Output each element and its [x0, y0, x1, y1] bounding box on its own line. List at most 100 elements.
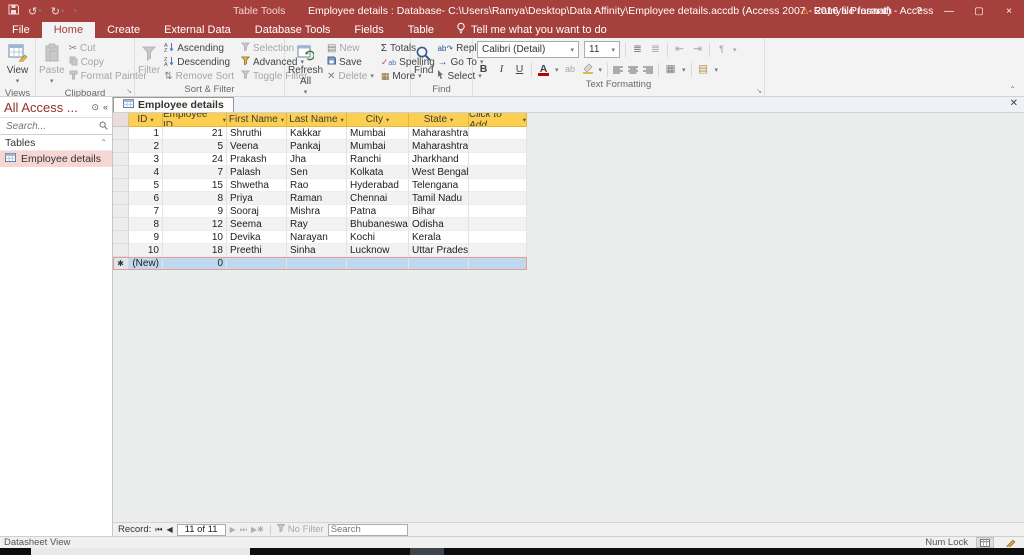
descending-button[interactable]: ZADescending — [161, 55, 237, 69]
cell[interactable]: Mumbai — [347, 140, 409, 153]
cell[interactable]: Hyderabad — [347, 179, 409, 192]
cell[interactable]: 10 — [129, 244, 163, 257]
cell[interactable] — [469, 244, 527, 257]
cell[interactable]: Seema — [227, 218, 287, 231]
row-selector[interactable] — [113, 127, 129, 140]
view-button[interactable]: View ▾ — [3, 41, 32, 87]
filter-indicator[interactable]: No Filter — [277, 524, 324, 535]
row-selector[interactable] — [113, 179, 129, 192]
column-header-id[interactable]: ID▾ — [129, 113, 163, 127]
cell[interactable]: 7 — [163, 166, 227, 179]
column-dropdown-icon[interactable]: ▾ — [150, 116, 153, 124]
cell[interactable]: 8 — [129, 218, 163, 231]
cell[interactable]: Patna — [347, 205, 409, 218]
cell[interactable]: 6 — [129, 192, 163, 205]
cell[interactable]: Kerala — [409, 231, 469, 244]
bullets-icon[interactable]: ≣ — [631, 42, 644, 57]
decrease-indent-icon[interactable]: ⇤ — [673, 42, 686, 57]
cell[interactable]: 4 — [129, 166, 163, 179]
customize-qat-icon[interactable]: ▾ — [73, 7, 77, 15]
cell[interactable]: Jha — [287, 153, 347, 166]
cell[interactable]: Sinha — [287, 244, 347, 257]
cell[interactable]: Narayan — [287, 231, 347, 244]
ascending-button[interactable]: AZAscending — [161, 41, 237, 55]
new-record-button[interactable]: ▤New — [324, 41, 377, 55]
cell[interactable]: West Bengal — [409, 166, 469, 179]
column-dropdown-icon[interactable]: ▾ — [223, 116, 226, 124]
cell[interactable]: Devika — [227, 231, 287, 244]
cell[interactable] — [409, 257, 469, 270]
cell[interactable]: 9 — [163, 205, 227, 218]
cell[interactable]: Bhubaneswar — [347, 218, 409, 231]
find-button[interactable]: Find — [414, 41, 433, 76]
cell[interactable] — [469, 205, 527, 218]
cell[interactable]: 5 — [163, 140, 227, 153]
remove-sort-button[interactable]: ⇅Remove Sort — [161, 69, 237, 83]
refresh-all-button[interactable]: Refresh All ▾ — [288, 41, 323, 98]
tab-home[interactable]: Home — [42, 22, 95, 38]
cell[interactable]: Sen — [287, 166, 347, 179]
delete-record-button[interactable]: ✕Delete▾ — [324, 69, 377, 83]
increase-indent-icon[interactable]: ⇥ — [691, 42, 704, 57]
font-color-caret[interactable]: ▾ — [555, 66, 559, 74]
cell[interactable]: Mishra — [287, 205, 347, 218]
tab-table[interactable]: Table — [396, 22, 446, 38]
cell[interactable]: 10 — [163, 231, 227, 244]
cell[interactable] — [469, 257, 527, 270]
last-record-button[interactable]: ⏭ — [240, 525, 247, 535]
minimize-button[interactable]: — — [934, 0, 964, 22]
align-right-icon[interactable] — [643, 61, 653, 79]
record-position[interactable]: 11 of 11 — [177, 524, 226, 536]
next-record-button[interactable]: ▶ — [230, 525, 236, 534]
document-tab-employee-details[interactable]: Employee details — [113, 97, 234, 112]
cell[interactable]: Priya — [227, 192, 287, 205]
column-dropdown-icon[interactable]: ▾ — [450, 116, 453, 124]
row-selector[interactable] — [113, 244, 129, 257]
cell[interactable]: 3 — [129, 153, 163, 166]
row-selector[interactable] — [113, 231, 129, 244]
new-blank-record-button[interactable]: ▶✱ — [251, 525, 264, 534]
align-left-icon[interactable] — [613, 61, 623, 79]
cell[interactable]: Sooraj — [227, 205, 287, 218]
first-record-button[interactable]: ⏮ — [155, 525, 162, 535]
cell[interactable]: Rao — [287, 179, 347, 192]
cell[interactable]: Bihar — [409, 205, 469, 218]
close-button[interactable]: × — [994, 0, 1024, 22]
cell[interactable]: 1 — [129, 127, 163, 140]
cell[interactable] — [469, 140, 527, 153]
section-collapse-icon[interactable]: ⌃ — [100, 138, 107, 147]
cell[interactable]: Lucknow — [347, 244, 409, 257]
cell[interactable]: 8 — [163, 192, 227, 205]
cell[interactable]: Shruthi — [227, 127, 287, 140]
nav-search-input[interactable] — [4, 120, 99, 133]
font-size-combo[interactable]: 11▾ — [584, 41, 620, 58]
text-formatting-dialog-launcher-icon[interactable]: ↘ — [756, 87, 762, 95]
cell[interactable]: Kakkar — [287, 127, 347, 140]
cell[interactable]: 15 — [163, 179, 227, 192]
cell[interactable]: Preethi — [227, 244, 287, 257]
cell[interactable] — [469, 166, 527, 179]
cell[interactable]: (New) — [129, 257, 163, 270]
cell[interactable] — [469, 179, 527, 192]
column-dropdown-icon[interactable]: ▾ — [386, 116, 389, 124]
row-selector[interactable] — [113, 218, 129, 231]
cell[interactable]: Tamil Nadu — [409, 192, 469, 205]
cell[interactable]: 24 — [163, 153, 227, 166]
cell[interactable]: Chennai — [347, 192, 409, 205]
column-dropdown-icon[interactable]: ▾ — [281, 116, 284, 124]
cell[interactable]: 7 — [129, 205, 163, 218]
nav-section-tables[interactable]: Tables ⌃ — [0, 135, 112, 151]
collapse-ribbon-icon[interactable]: ⌃ — [1009, 85, 1016, 94]
cell[interactable]: Shwetha — [227, 179, 287, 192]
paste-button[interactable]: Paste ▾ — [39, 41, 65, 87]
restore-button[interactable]: ▢ — [964, 0, 994, 22]
shutter-bar-close-icon[interactable]: « — [103, 102, 108, 112]
row-selector[interactable] — [113, 153, 129, 166]
cell[interactable]: Palash — [227, 166, 287, 179]
column-header-city[interactable]: City▾ — [347, 113, 409, 127]
row-selector[interactable] — [113, 192, 129, 205]
tab-create[interactable]: Create — [95, 22, 152, 38]
windows-taskbar[interactable] — [0, 548, 1024, 555]
nav-item-employee-details[interactable]: Employee details — [0, 151, 112, 167]
background-color-button[interactable] — [582, 61, 594, 79]
